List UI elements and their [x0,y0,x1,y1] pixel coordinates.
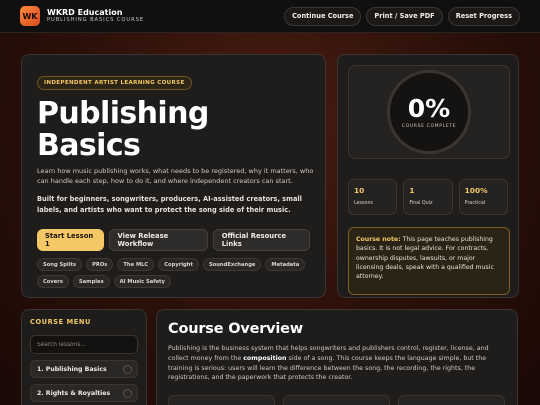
menu-item-rights-royalties[interactable]: 2. Rights & Royalties [30,384,138,402]
course-stats: 10 Lessons 1 Final Quiz 100% Practical [348,179,508,215]
progress-panel: 0% COURSE COMPLETE 10 Lessons 1 Final Qu… [337,54,519,298]
stat-label: Final Quiz [409,201,433,206]
course-overview-title: Course Overview [168,321,304,337]
official-resource-links-button[interactable]: Official Resource Links [212,229,310,252]
progress-percent: 0% [407,93,451,123]
tag-metadata[interactable]: Metadata [265,258,306,272]
hero-panel: INDEPENDENT ARTIST LEARNING COURSE Publi… [21,54,326,298]
header-actions: Continue Course Print / Save PDF Reset P… [284,6,520,26]
course-overview-text: Publishing is the business system that h… [168,344,508,383]
tag-song-splits[interactable]: Song Splits [37,258,83,272]
overview-card[interactable] [168,395,275,405]
menu-item-label: 2. Rights & Royalties [37,389,111,397]
lesson-status-circle-icon [123,388,132,398]
tag-ai-music-safety[interactable]: AI Music Safety [113,275,171,289]
stat-value: 100% [464,186,488,195]
menu-item-label: 1. Publishing Basics [37,365,107,373]
brand-title: WKRD Education [47,7,123,17]
stat-value: 1 [409,186,415,195]
overview-text-bold: composition [243,354,287,362]
view-release-workflow-button[interactable]: View Release Workflow [108,229,208,252]
tag-pros[interactable]: PROs [86,258,114,272]
overview-card[interactable] [283,395,390,405]
tag-covers[interactable]: Covers [37,275,69,289]
top-bar: WK WKRD Education PUBLISHING BASICS COUR… [0,0,540,33]
stat-practical: 100% Practical [458,179,508,215]
lesson-status-circle-icon [123,364,132,374]
course-menu-heading: COURSE MENU [30,318,91,326]
brand-logo[interactable]: WK [20,6,40,26]
start-lesson-button[interactable]: Start Lesson 1 [37,229,104,252]
print-save-pdf-button[interactable]: Print / Save PDF [366,6,443,26]
brand-subtitle: PUBLISHING BASICS COURSE [47,16,144,23]
progress-ring: 0% COURSE COMPLETE [387,70,471,154]
stat-label: Practical [464,201,486,206]
tag-copyright[interactable]: Copyright [158,258,199,272]
hero-actions: Start Lesson 1 View Release Workflow Off… [37,229,310,252]
reset-progress-button[interactable]: Reset Progress [447,6,520,26]
tag-the-mlc[interactable]: The MLC [117,258,155,272]
course-menu: COURSE MENU 1. Publishing Basics 2. Righ… [21,309,147,405]
hero-eyebrow-badge: INDEPENDENT ARTIST LEARNING COURSE [37,76,192,90]
course-overview-panel: Course Overview Publishing is the busine… [156,309,518,405]
progress-label: COURSE COMPLETE [401,123,457,129]
stat-lessons: 10 Lessons [348,179,398,215]
stat-value: 10 [354,186,365,195]
stat-final-quiz: 1 Final Quiz [403,179,453,215]
progress-ring-card: 0% COURSE COMPLETE [348,65,510,159]
topic-tags: Song Splits PROs The MLC Copyright Sound… [37,258,307,289]
tag-soundexchange[interactable]: SoundExchange [202,258,262,272]
course-note: Course note: This page teaches publishin… [348,227,510,295]
stat-label: Lessons [354,201,374,206]
course-note-label: Course note: [356,236,401,243]
hero-audience: Built for beginners, songwriters, produc… [37,195,302,214]
overview-card[interactable] [398,395,505,405]
tag-samples[interactable]: Samples [72,275,110,289]
brand: WKRD Education PUBLISHING BASICS COURSE [47,7,144,24]
overview-cards [168,395,506,405]
hero-description: Learn how music publishing works, what n… [37,167,314,186]
page-title: Publishing Basics [37,96,209,163]
menu-item-publishing-basics[interactable]: 1. Publishing Basics [30,360,138,378]
lesson-search-input[interactable] [30,335,138,354]
continue-course-button[interactable]: Continue Course [284,6,362,26]
